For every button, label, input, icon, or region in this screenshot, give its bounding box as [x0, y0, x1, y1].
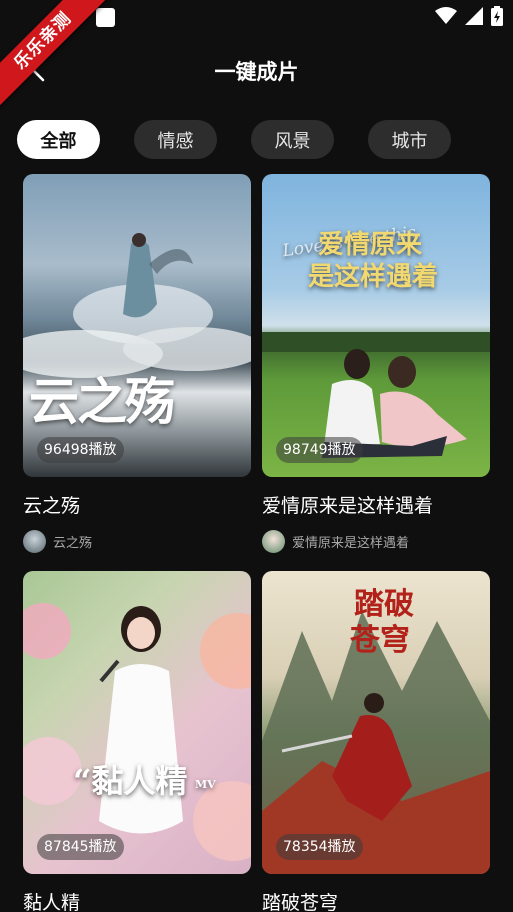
card-title: 黏人精 — [23, 892, 81, 912]
play-count: 96498播放 — [37, 437, 124, 463]
avatar — [23, 530, 46, 553]
poster-title: 云之殇 — [29, 372, 175, 431]
poster-tag: MV — [195, 778, 216, 791]
card-title: 云之殇 — [23, 495, 81, 517]
category-tabs: 全部 情感 风景 城市 — [17, 120, 451, 159]
poster-singer — [23, 603, 251, 861]
template-card[interactable]: 踏破 苍穹 78354播放 踏破苍穹 — [262, 571, 490, 912]
card-author: 爱情原来是这样遇着 — [262, 530, 490, 553]
template-card[interactable]: “黏人精 MV 87845播放 黏人精 — [23, 571, 251, 912]
card-thumbnail[interactable]: Love is like this 爱情原来 是这样遇着 98749播放 — [262, 174, 490, 477]
card-title: 踏破苍穹 — [262, 892, 339, 912]
poster-couple — [262, 332, 490, 458]
card-author: 云之殇 — [23, 530, 251, 553]
play-count: 98749播放 — [276, 437, 363, 463]
card-thumbnail[interactable]: 踏破 苍穹 78354播放 — [262, 571, 490, 874]
avatar — [262, 530, 285, 553]
template-card[interactable]: Love is like this 爱情原来 是这样遇着 98749播放 爱情原… — [262, 174, 490, 553]
poster-title: “黏人精 — [73, 762, 188, 800]
battery-icon — [491, 6, 503, 26]
tab-all[interactable]: 全部 — [17, 120, 100, 159]
corner-ribbon: 乐乐亲测 — [0, 0, 120, 120]
wifi-icon — [435, 7, 457, 24]
card-thumbnail[interactable]: “黏人精 MV 87845播放 — [23, 571, 251, 874]
play-count: 87845播放 — [37, 834, 124, 860]
ribbon-label: 乐乐亲测 — [0, 0, 114, 112]
template-card[interactable]: 云之殇 96498播放 云之殇 云之殇 — [23, 174, 251, 553]
poster-title-line2: 是这样遇着 — [308, 262, 439, 292]
card-thumbnail[interactable]: 云之殇 96498播放 — [23, 174, 251, 477]
signal-icon — [465, 7, 483, 25]
play-count: 78354播放 — [276, 834, 363, 860]
author-name: 爱情原来是这样遇着 — [292, 536, 410, 551]
poster-title-line2: 苍穹 — [350, 623, 410, 658]
tab-city[interactable]: 城市 — [368, 120, 451, 159]
tab-emotion[interactable]: 情感 — [134, 120, 217, 159]
card-title: 爱情原来是这样遇着 — [262, 495, 434, 517]
author-name: 云之殇 — [53, 536, 93, 551]
tab-scenery[interactable]: 风景 — [251, 120, 334, 159]
